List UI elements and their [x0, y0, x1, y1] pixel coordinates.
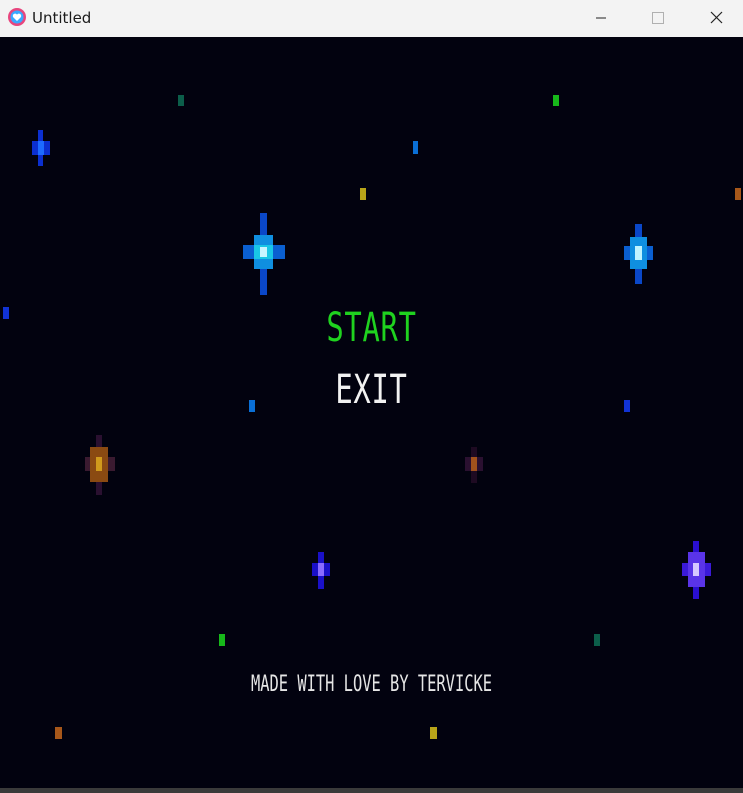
- start-button[interactable]: START: [104, 305, 639, 351]
- star-pixel: [594, 634, 600, 646]
- window-title: Untitled: [32, 9, 92, 27]
- star-cross: [243, 213, 285, 295]
- star-pixel: [3, 307, 9, 319]
- credit-text: MADE WITH LOVE BY TERVICKE: [250, 672, 493, 697]
- title-bar: Untitled: [0, 0, 743, 37]
- star-cross: [624, 224, 653, 284]
- close-icon[interactable]: [689, 0, 743, 37]
- star-cross: [312, 552, 330, 589]
- star-pixel: [55, 727, 62, 739]
- star-cross: [32, 130, 50, 166]
- star-pixel: [219, 634, 225, 646]
- exit-button[interactable]: EXIT: [104, 367, 639, 413]
- minimize-icon[interactable]: [573, 0, 627, 37]
- star-pixel: [360, 188, 366, 200]
- star-pixel: [413, 141, 418, 154]
- star-pixel: [735, 188, 741, 200]
- star-pixel: [178, 95, 184, 106]
- star-pixel: [553, 95, 559, 106]
- star-cross: [682, 541, 711, 599]
- maximize-icon[interactable]: [631, 0, 685, 37]
- star-pixel: [430, 727, 437, 739]
- star-cross: [465, 447, 483, 483]
- game-canvas: START EXIT MADE WITH LOVE BY TERVICKE: [0, 37, 743, 788]
- window-bottom-border: [0, 788, 743, 793]
- app-heart-icon: [8, 8, 26, 26]
- star-cross: [85, 435, 115, 495]
